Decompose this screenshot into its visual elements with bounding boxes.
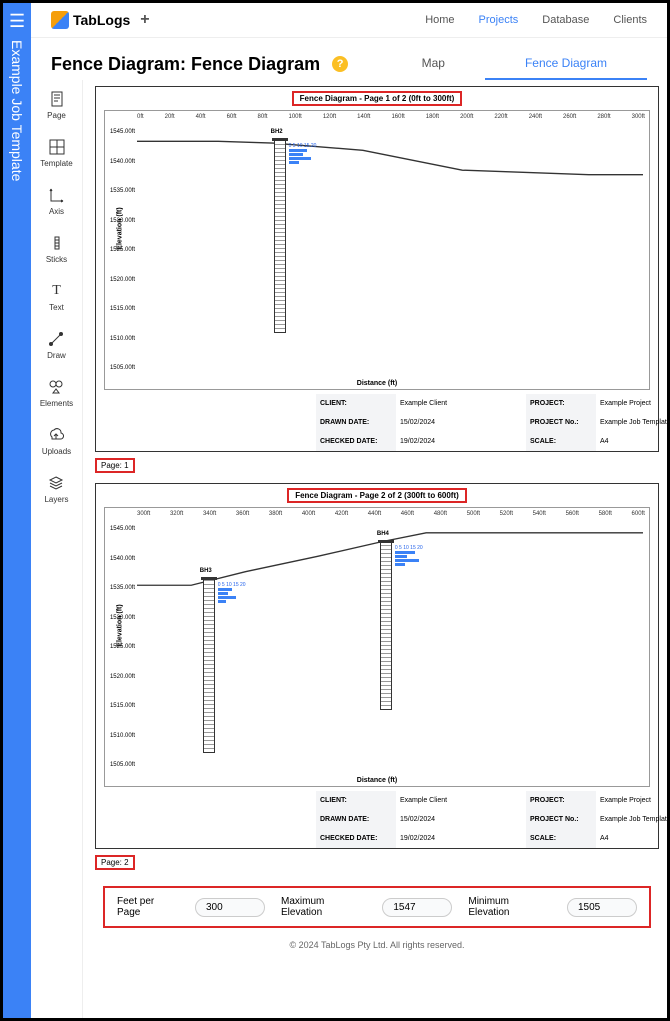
fpp-label: Feet per Page [117,896,179,918]
tab-map[interactable]: Map [382,48,485,80]
y-label: Elevation (ft) [117,604,124,646]
uploads-icon [47,426,65,444]
page-number: Page: 2 [95,855,135,870]
diagram-page: Fence Diagram - Page 1 of 2 (0ft to 300f… [95,86,659,452]
tab-fence[interactable]: Fence Diagram [485,48,647,80]
borehole-stick[interactable]: BH40 5 10 15 20 [380,542,392,711]
banner-title: Example Job Template [9,40,25,181]
sticks-icon [48,234,66,252]
stick-bars [289,149,311,164]
top-nav: Home Projects Database Clients [425,14,647,26]
tool-sticks[interactable]: Sticks [46,234,67,264]
text-icon: T [48,282,66,300]
pages-area: Fence Diagram - Page 1 of 2 (0ft to 300f… [83,80,667,1018]
elements-icon [47,378,65,396]
plot-area: BH20 5 10 15 20 [137,125,643,373]
tool-uploads[interactable]: Uploads [42,426,71,456]
nav-database[interactable]: Database [542,14,589,26]
tool-elements[interactable]: Elements [40,378,73,408]
tool-draw[interactable]: Draw [47,330,66,360]
min-label: Minimum Elevation [468,896,551,918]
max-label: Maximum Elevation [281,896,366,918]
topbar: TabLogs + Home Projects Database Clients [31,3,667,38]
diagram-title: Fence Diagram - Page 1 of 2 (0ft to 300f… [292,91,463,106]
nav-clients[interactable]: Clients [613,14,647,26]
tool-text[interactable]: TText [48,282,66,312]
y-label: Elevation (ft) [117,207,124,249]
min-elevation-input[interactable] [567,898,637,917]
x-ticks: 0ft20ft40ft60ft80ft100ft120ft140ft160ft1… [137,114,645,120]
diagram-title: Fence Diagram - Page 2 of 2 (300ft to 60… [287,488,467,503]
stick-label: BH3 [200,568,212,574]
x-label: Distance (ft) [105,777,649,784]
max-elevation-input[interactable] [382,898,452,917]
tool-page[interactable]: Page [47,90,66,120]
tabs: Map Fence Diagram [382,48,647,80]
title-row: Fence Diagram: Fence Diagram ? Map Fence… [31,38,667,80]
y-ticks: 1545.00ft1540.00ft1535.00ft1530.00ft1525… [107,129,135,371]
borehole-stick[interactable]: BH20 5 10 15 20 [274,140,286,333]
footer-inputs: Feet per Page Maximum Elevation Minimum El… [103,886,651,928]
template-icon [48,138,66,156]
toolbar: Page Template Axis Sticks TText Draw Ele… [31,80,83,1018]
stick-bars [395,551,419,566]
draw-icon [47,330,65,348]
chart[interactable]: 0ft20ft40ft60ft80ft100ft120ft140ft160ft1… [104,110,650,390]
stick-bars [218,588,236,603]
logo[interactable]: TabLogs + [51,11,150,29]
x-label: Distance (ft) [105,380,649,387]
page-title: Fence Diagram: Fence Diagram [51,54,320,75]
stick-label: BH2 [271,129,283,135]
hamburger-icon[interactable]: ☰ [9,11,25,32]
plot-area: BH30 5 10 15 20 BH40 5 10 15 20 [137,522,643,770]
page-icon [48,90,66,108]
x-ticks: 300ft320ft340ft360ft380ft400ft420ft440ft… [137,511,645,517]
logo-icon [51,11,69,29]
stick-label: BH4 [377,531,389,537]
nav-projects[interactable]: Projects [479,14,519,26]
axis-icon [48,186,66,204]
tool-axis[interactable]: Axis [48,186,66,216]
feet-per-page-input[interactable] [195,898,265,917]
page-number: Page: 1 [95,458,135,473]
chart[interactable]: 300ft320ft340ft360ft380ft400ft420ft440ft… [104,507,650,787]
add-icon[interactable]: + [140,11,149,29]
nav-home[interactable]: Home [425,14,454,26]
help-icon[interactable]: ? [332,56,348,72]
info-table: CLIENT:Example ClientPROJECT:Example Pro… [206,791,658,848]
brand-text: TabLogs [73,12,130,28]
tool-template[interactable]: Template [40,138,72,168]
copyright: © 2024 TabLogs Pty Ltd. All rights reser… [95,934,659,956]
y-ticks: 1545.00ft1540.00ft1535.00ft1530.00ft1525… [107,526,135,768]
diagram-page: Fence Diagram - Page 2 of 2 (300ft to 60… [95,483,659,849]
tool-layers[interactable]: Layers [44,474,68,504]
side-banner[interactable]: ☰ Example Job Template [3,3,31,1018]
info-table: CLIENT:Example ClientPROJECT:Example Pro… [206,394,658,451]
layers-icon [47,474,65,492]
borehole-stick[interactable]: BH30 5 10 15 20 [203,579,215,753]
